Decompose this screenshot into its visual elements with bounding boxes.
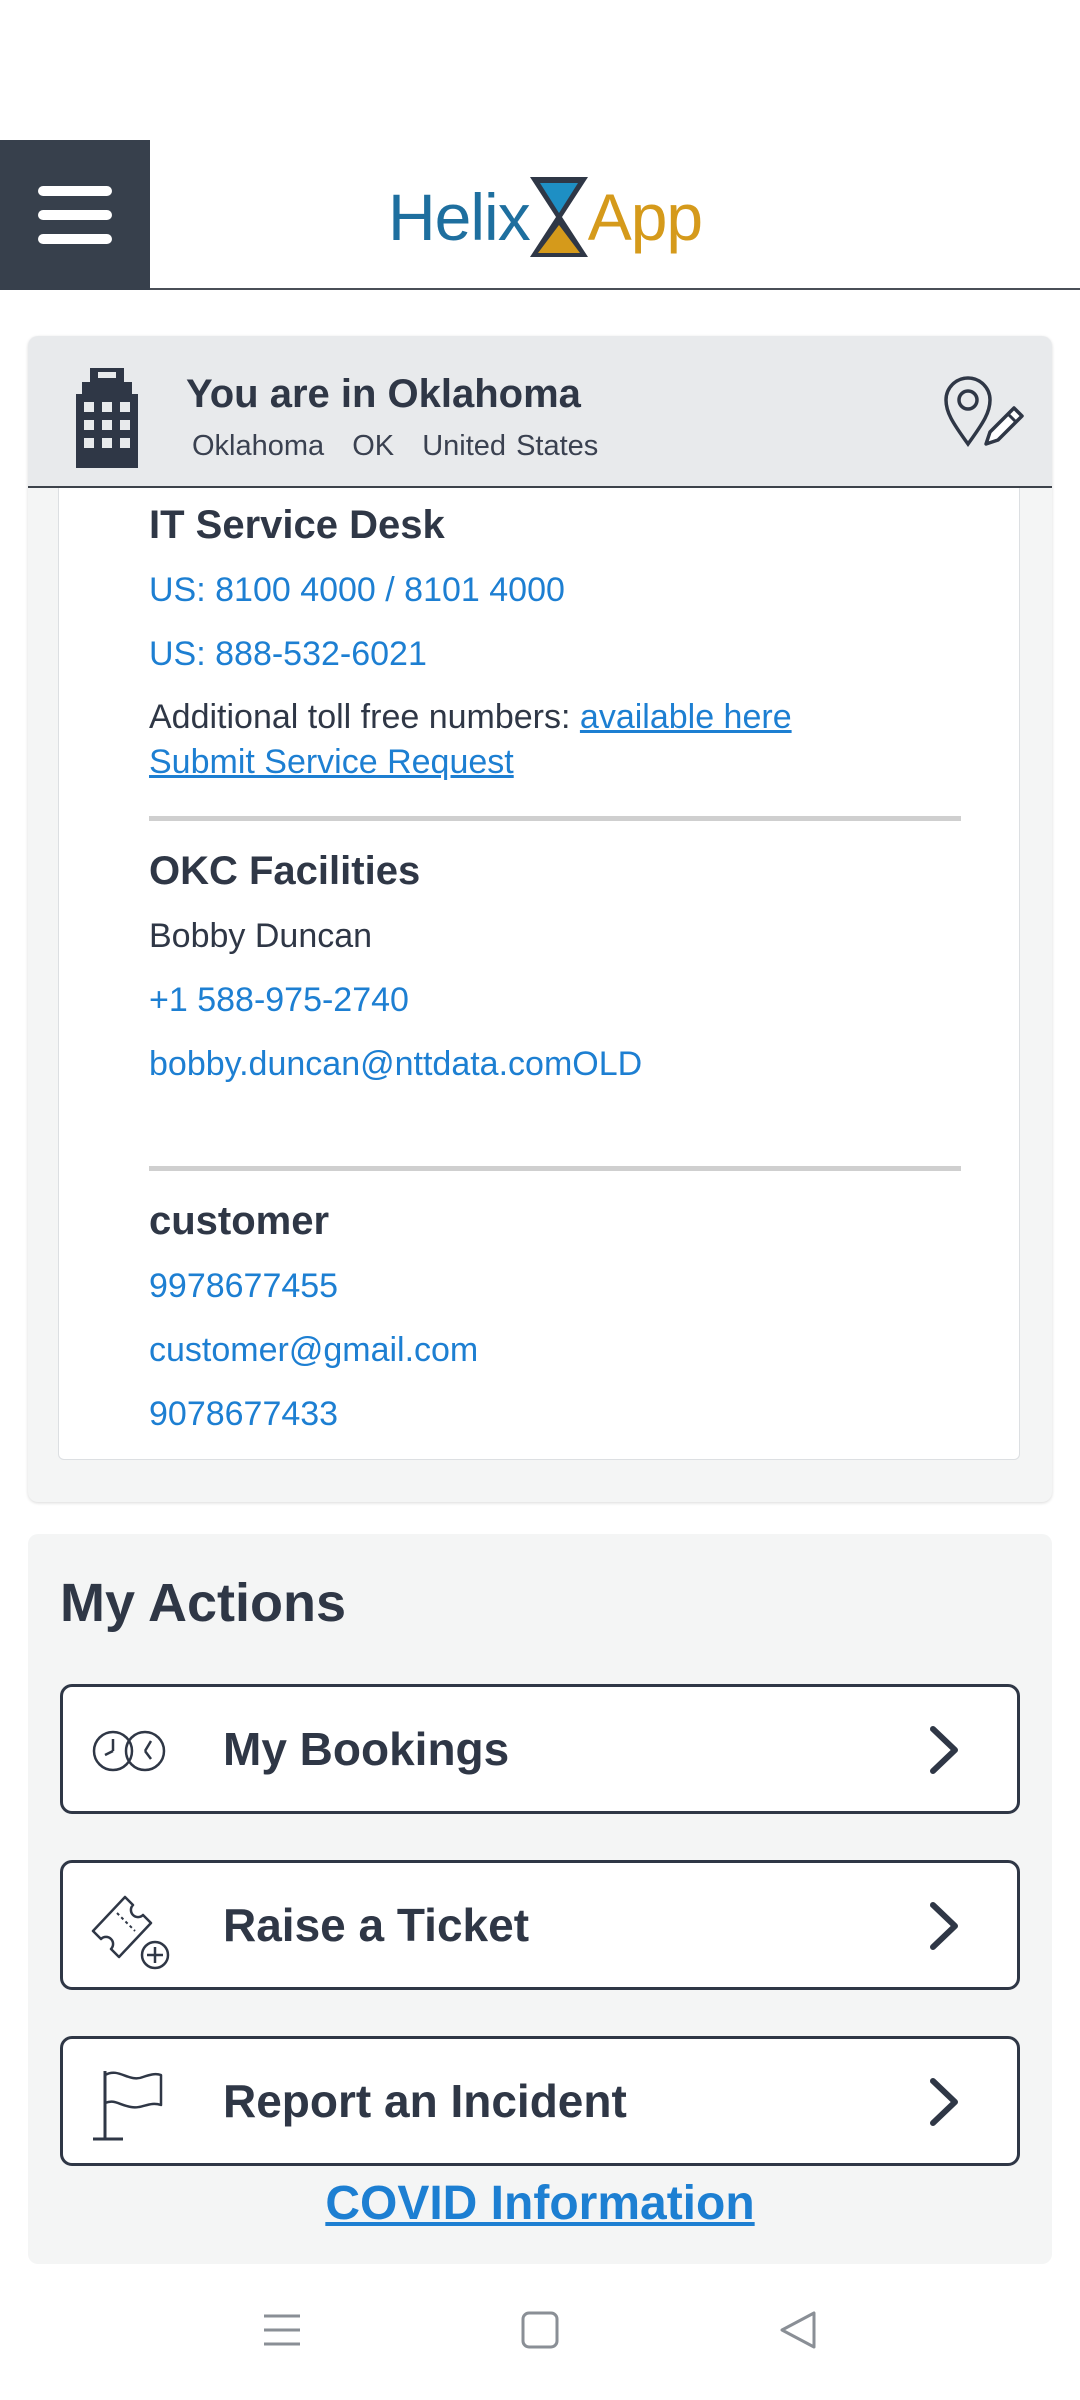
menu-icon-bar bbox=[38, 210, 112, 220]
hourglass-icon bbox=[529, 177, 588, 257]
logo-text-helix: Helix bbox=[388, 180, 531, 254]
contact-group-facilities: OKC Facilities Bobby Duncan +1 588-975-2… bbox=[149, 838, 961, 1096]
hamburger-menu-button[interactable] bbox=[0, 140, 150, 290]
contact-title: OKC Facilities bbox=[149, 849, 421, 893]
back-icon[interactable] bbox=[778, 2310, 818, 2350]
report-incident-button[interactable]: Report an Incident bbox=[60, 2036, 1020, 2166]
home-icon[interactable] bbox=[520, 2310, 560, 2350]
submit-service-request-link[interactable]: Submit Service Request bbox=[149, 742, 961, 786]
action-label: Report an Incident bbox=[223, 2075, 627, 2127]
my-actions-section: My Actions My Bookings Raise a Ticket Re… bbox=[28, 1534, 1052, 2264]
phone-link[interactable]: 9078677433 bbox=[149, 1382, 961, 1446]
app-header: Helix App bbox=[0, 140, 1080, 290]
divider bbox=[149, 816, 961, 821]
email-link[interactable]: bobby.duncan@nttdata.comOLD bbox=[149, 1032, 961, 1096]
contact-name: Bobby Duncan bbox=[149, 917, 373, 955]
contacts-panel: IT Service Desk US: 8100 4000 / 8101 400… bbox=[58, 488, 1020, 1460]
contact-group-customer: customer 9978677455 customer@gmail.com 9… bbox=[149, 1188, 961, 1446]
location-bar: You are in Oklahoma Oklahoma OK United S… bbox=[28, 336, 1052, 488]
menu-icon-bar bbox=[38, 234, 112, 244]
toll-free-line: Additional toll free numbers: available … bbox=[149, 692, 961, 742]
location-title: You are in Oklahoma bbox=[186, 372, 581, 416]
location-subtitle: Oklahoma OK United States bbox=[192, 430, 616, 463]
covid-information-link[interactable]: COVID Information bbox=[28, 2176, 1052, 2231]
contact-title: IT Service Desk bbox=[149, 503, 445, 547]
chevron-right-icon bbox=[930, 2078, 958, 2126]
location-city: Oklahoma bbox=[192, 430, 325, 462]
my-bookings-button[interactable]: My Bookings bbox=[60, 1684, 1020, 1814]
location-country: United States bbox=[422, 430, 599, 462]
chevron-right-icon bbox=[930, 1726, 958, 1774]
phone-link[interactable]: 9978677455 bbox=[149, 1254, 961, 1318]
location-card: You are in Oklahoma Oklahoma OK United S… bbox=[28, 336, 1052, 1502]
clocks-icon bbox=[92, 1730, 166, 1772]
building-icon bbox=[76, 368, 138, 468]
action-label: My Bookings bbox=[223, 1723, 510, 1775]
my-actions-title: My Actions bbox=[60, 1573, 347, 1633]
toll-free-label: Additional toll free numbers: bbox=[149, 698, 580, 736]
action-label: Raise a Ticket bbox=[223, 1899, 530, 1951]
recent-apps-icon[interactable] bbox=[262, 2310, 302, 2350]
email-link[interactable]: customer@gmail.com bbox=[149, 1318, 961, 1382]
system-nav-bar bbox=[0, 2270, 1080, 2400]
phone-link[interactable]: +1 588-975-2740 bbox=[149, 968, 961, 1032]
raise-ticket-button[interactable]: Raise a Ticket bbox=[60, 1860, 1020, 1990]
menu-icon-bar bbox=[38, 186, 112, 196]
chevron-right-icon bbox=[930, 1902, 958, 1950]
edit-location-icon[interactable] bbox=[942, 374, 1024, 450]
toll-free-link[interactable]: available here bbox=[580, 698, 792, 736]
flag-icon bbox=[93, 2071, 163, 2141]
phone-link[interactable]: US: 8100 4000 / 8101 4000 bbox=[149, 558, 961, 622]
contact-title: customer bbox=[149, 1199, 330, 1243]
phone-link[interactable]: US: 888-532-6021 bbox=[149, 622, 961, 686]
helix-app-logo: Helix App bbox=[388, 172, 703, 262]
contact-group-it-desk: IT Service Desk US: 8100 4000 / 8101 400… bbox=[149, 492, 961, 786]
ticket-add-icon bbox=[91, 1895, 170, 1970]
location-state: OK bbox=[352, 430, 395, 462]
divider bbox=[149, 1166, 961, 1171]
logo-text-app: App bbox=[587, 180, 703, 254]
